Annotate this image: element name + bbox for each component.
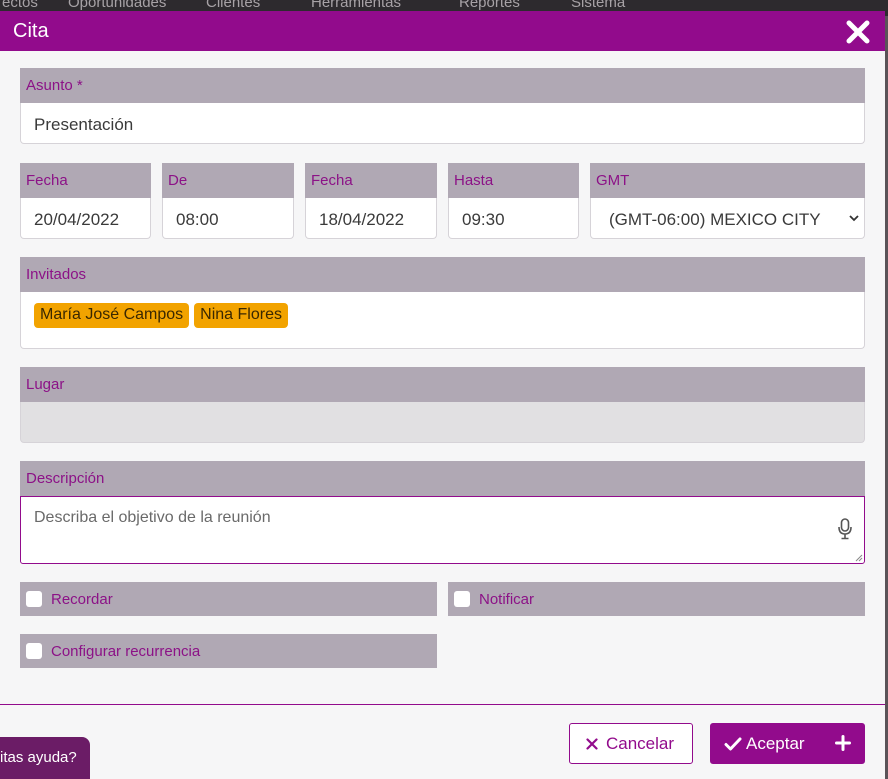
close-icon[interactable] (843, 17, 873, 47)
start-time-input[interactable]: 08:00 (162, 198, 294, 239)
place-label: Lugar (20, 367, 865, 402)
modal-header: Cita (0, 11, 885, 51)
description-placeholder: Describa el objetivo de la reunión (34, 509, 271, 526)
notify-label: Notificar (479, 591, 535, 608)
help-chat-tab[interactable]: itas ayuda? (0, 737, 90, 779)
end-date-input[interactable]: 18/04/2022 (305, 198, 437, 239)
end-time-input[interactable]: 09:30 (448, 198, 579, 239)
description-label: Descripción (20, 461, 865, 496)
chevron-down-icon (849, 215, 859, 222)
guest-tag[interactable]: Nina Flores (194, 303, 288, 328)
guests-input[interactable]: María José Campos Nina Flores (20, 292, 865, 349)
notify-checkbox[interactable] (454, 591, 470, 607)
recurrence-label: Configurar recurrencia (51, 643, 201, 660)
guest-tags: María José Campos Nina Flores (34, 303, 288, 328)
nav-item: Clientes (206, 0, 261, 11)
footer-divider (0, 704, 885, 705)
description-textarea[interactable]: Describa el objetivo de la reunión (20, 496, 865, 564)
recurrence-checkbox[interactable] (26, 643, 42, 659)
start-time-label: De (162, 163, 294, 198)
nav-item: Oportunidades (68, 0, 167, 11)
modal-title: Cita (13, 20, 49, 42)
check-icon (724, 737, 742, 750)
remind-option[interactable]: Recordar (20, 582, 437, 616)
start-date-label: Fecha (20, 163, 151, 198)
accept-label: Aceptar (746, 733, 805, 753)
start-date-input[interactable]: 20/04/2022 (20, 198, 151, 239)
accept-button[interactable]: Aceptar (710, 723, 865, 764)
microphone-icon[interactable] (838, 518, 852, 540)
place-input (20, 402, 865, 443)
nav-item: Herramientas (311, 0, 402, 11)
timezone-select[interactable]: (GMT-06:00) MEXICO CITY (590, 198, 865, 239)
subject-input[interactable]: Presentación (20, 103, 865, 144)
cancel-button[interactable]: Cancelar (569, 723, 693, 764)
nav-item: Reportes (459, 0, 520, 11)
help-label: itas ayuda? (0, 749, 77, 766)
remind-checkbox[interactable] (26, 591, 42, 607)
timezone-value: (GMT-06:00) MEXICO CITY (609, 210, 821, 229)
end-date-label: Fecha (305, 163, 437, 198)
end-time-label: Hasta (448, 163, 579, 198)
subject-label: Asunto * (20, 68, 865, 103)
plus-icon (835, 735, 851, 751)
nav-item: ectos (2, 0, 38, 11)
timezone-label: GMT (590, 163, 865, 198)
guest-tag[interactable]: María José Campos (34, 303, 190, 328)
x-icon (586, 737, 598, 750)
remind-label: Recordar (51, 591, 113, 608)
cancel-label: Cancelar (606, 733, 675, 753)
resize-handle-icon[interactable] (854, 553, 863, 562)
appointment-modal: Cita Asunto * Presentación Fecha 20/04/2… (0, 11, 885, 779)
recurrence-option[interactable]: Configurar recurrencia (20, 634, 437, 668)
guests-label: Invitados (20, 257, 865, 292)
nav-item: Sistema (571, 0, 626, 11)
notify-option[interactable]: Notificar (448, 582, 865, 616)
